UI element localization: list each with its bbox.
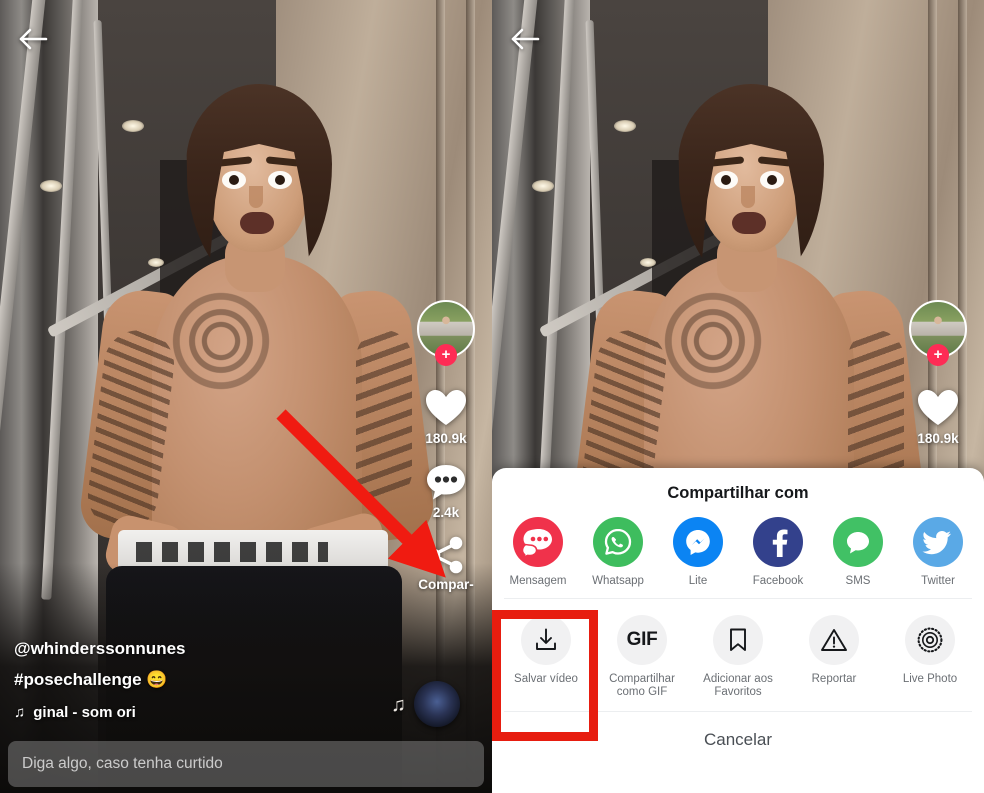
music-title: ginal - som ori	[33, 704, 136, 721]
subject-tattoo	[356, 330, 412, 500]
share-target-label: Mensagem	[509, 575, 567, 587]
like-count: 180.9k	[917, 431, 959, 446]
music-note-icon: ♫	[14, 704, 26, 721]
share-target-label: Twitter	[921, 575, 955, 587]
subject-mouth	[732, 212, 766, 234]
comment-bubble-icon	[427, 465, 465, 500]
share-target-label: Whatsapp	[592, 575, 644, 587]
share-sheet-title: Compartilhar com	[667, 484, 809, 502]
music-row[interactable]: ♫ ginal - som ori	[14, 704, 344, 721]
caption-username[interactable]: @whinderssonnunes	[14, 639, 344, 659]
share-button[interactable]: Compar-	[418, 536, 474, 592]
back-arrow-icon[interactable]	[508, 22, 542, 56]
share-target-twitter[interactable]: Twitter	[898, 517, 978, 588]
share-icon	[427, 536, 463, 574]
sms-bubble-icon	[833, 517, 883, 567]
subject-pupil	[721, 175, 731, 185]
subject-tattoo	[648, 286, 778, 396]
warning-icon	[809, 615, 859, 665]
avatar[interactable]: +	[909, 300, 967, 366]
subject-tattoo	[156, 286, 286, 396]
share-target-lite[interactable]: Lite	[658, 517, 738, 588]
phone-screen-after: + 180.9k Compartilhar com Mensagem Whats…	[492, 0, 984, 793]
like-button[interactable]: 180.9k	[424, 388, 468, 446]
download-icon	[521, 615, 571, 665]
heart-icon	[918, 390, 958, 425]
share-target-sms[interactable]: SMS	[818, 517, 898, 588]
action-label: Live Photo	[902, 673, 958, 685]
avatar[interactable]: +	[417, 300, 475, 366]
action-label: Compartilhar como GIF	[609, 673, 675, 698]
live-photo-icon	[905, 615, 955, 665]
screenshot-root: + 180.9k 2.4k Compar- @whinderssonnunes …	[0, 0, 984, 793]
gif-text: GIF	[626, 629, 658, 650]
facebook-f-icon	[753, 517, 803, 567]
share-target-mensagem[interactable]: Mensagem	[498, 517, 578, 588]
share-target-facebook[interactable]: Facebook	[738, 517, 818, 588]
action-rail: + 180.9k 2.4k Compar-	[410, 300, 482, 608]
messages-bubble-icon	[513, 517, 563, 567]
action-rail: + 180.9k	[902, 300, 974, 462]
music-note-icon: ♫	[391, 694, 406, 716]
like-button[interactable]: 180.9k	[916, 388, 960, 446]
comment-count: 2.4k	[432, 505, 460, 520]
subject-pupil	[229, 175, 239, 185]
share-actions-row: Salvar vídeo GIF Compartilhar como GIF A…	[492, 599, 984, 711]
comment-input[interactable]: Diga algo, caso tenha curtido	[8, 741, 484, 787]
messenger-icon	[673, 517, 723, 567]
subject-pupil	[767, 175, 777, 185]
action-label: Reportar	[811, 673, 857, 685]
back-arrow-icon[interactable]	[16, 22, 50, 56]
cancel-button[interactable]: Cancelar	[492, 712, 984, 770]
video-caption: @whinderssonnunes #posechallenge 😄 ♫ gin…	[14, 639, 344, 721]
twitter-bird-icon	[913, 517, 963, 567]
like-count: 180.9k	[425, 431, 467, 446]
caption-hashtag[interactable]: #posechallenge 😄	[14, 670, 344, 690]
share-sheet: Compartilhar com Mensagem Whatsapp Lite …	[492, 468, 984, 793]
share-apps-row: Mensagem Whatsapp Lite Facebook SMS Twit…	[492, 503, 984, 598]
action-salvar-video[interactable]: Salvar vídeo	[498, 615, 594, 699]
action-label: Salvar vídeo	[514, 673, 578, 685]
subject-mouth	[240, 212, 274, 234]
comment-button[interactable]: 2.4k	[425, 462, 467, 520]
share-target-label: Facebook	[752, 575, 804, 587]
gif-icon: GIF	[617, 615, 667, 665]
action-label: Adicionar aos Favoritos	[703, 673, 773, 698]
share-target-label: Lite	[688, 575, 708, 587]
action-compartilhar-como-gif[interactable]: GIF Compartilhar como GIF	[594, 615, 690, 699]
action-reportar[interactable]: Reportar	[786, 615, 882, 699]
action-live-photo[interactable]: Live Photo	[882, 615, 978, 699]
heart-icon	[426, 390, 466, 425]
subject-nose	[249, 186, 263, 208]
share-label: Compar-	[418, 577, 474, 592]
subject-nose	[741, 186, 755, 208]
share-target-whatsapp[interactable]: Whatsapp	[578, 517, 658, 588]
follow-plus-badge[interactable]: +	[927, 344, 949, 366]
subject-pupil	[275, 175, 285, 185]
follow-plus-badge[interactable]: +	[435, 344, 457, 366]
music-disc[interactable]	[414, 681, 460, 727]
phone-screen-before: + 180.9k 2.4k Compar- @whinderssonnunes …	[0, 0, 492, 793]
bookmark-icon	[713, 615, 763, 665]
share-target-label: SMS	[845, 575, 871, 587]
comment-placeholder: Diga algo, caso tenha curtido	[22, 755, 223, 772]
whatsapp-icon	[593, 517, 643, 567]
action-adicionar-aos-favoritos[interactable]: Adicionar aos Favoritos	[690, 615, 786, 699]
